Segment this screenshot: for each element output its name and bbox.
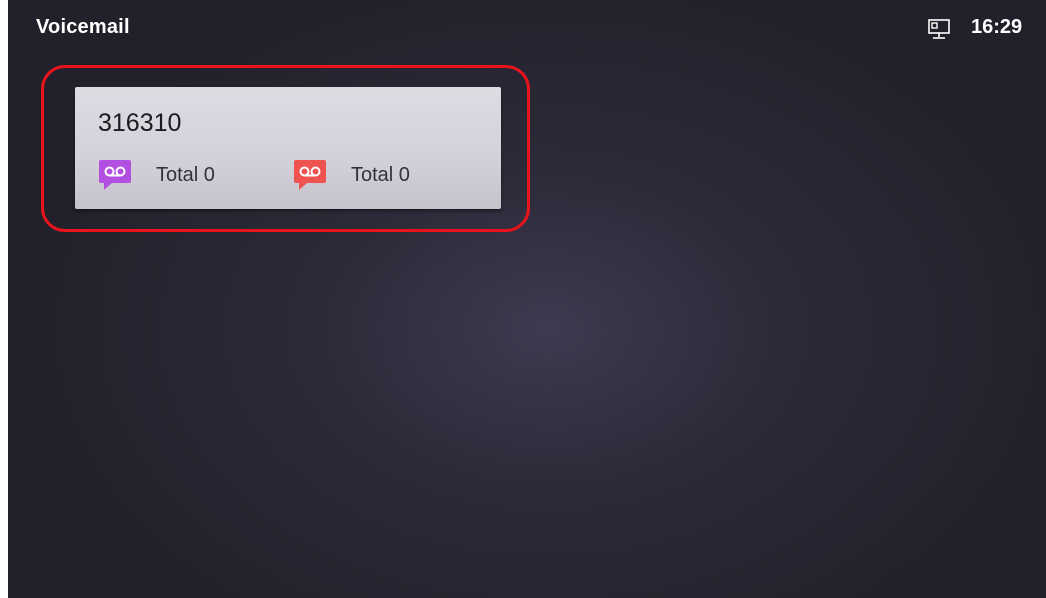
status-bar: Voicemail 16:29 <box>8 0 1046 54</box>
voicemail-total-label: Total 0 <box>156 164 215 186</box>
voicemail-red-icon <box>294 160 326 190</box>
voicemail-total-label: Total 0 <box>351 164 410 186</box>
page-title: Voicemail <box>36 16 130 38</box>
clock: 16:29 <box>971 16 1023 38</box>
voicemail-purple-icon <box>99 160 131 190</box>
voicemail-account-number: 316310 <box>98 109 182 137</box>
voicemail-account-card[interactable]: 316310 Total 0 Total 0 <box>75 87 501 209</box>
voicemail-screen: Voicemail 16:29 316310 Total 0 Total 0 <box>8 0 1046 598</box>
ethernet-icon <box>928 19 950 39</box>
